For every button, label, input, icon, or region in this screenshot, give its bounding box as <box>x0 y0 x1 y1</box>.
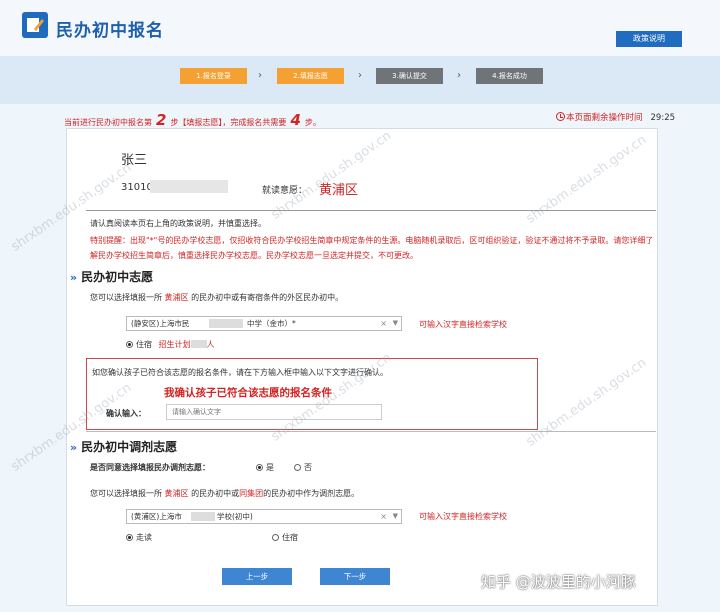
radio-icon[interactable] <box>272 534 279 541</box>
search-hint: 可输入汉字直接检索学校 <box>419 512 507 521</box>
boarding-label: 住宿 <box>282 533 298 542</box>
school-select[interactable]: (静安区)上海市民 中学（金市）* × ▼ <box>126 316 402 331</box>
step-arrow-icon: › <box>258 70 262 81</box>
divider <box>86 210 656 211</box>
select-school-name: 中学（金市）* <box>247 319 296 328</box>
step-arrow-icon: › <box>358 70 362 81</box>
policy-button[interactable]: 政策说明 <box>616 31 682 47</box>
notice-prefix: 当前进行民办初中报名第 <box>64 118 152 127</box>
divider <box>86 431 656 432</box>
confirm-input[interactable] <box>166 404 382 420</box>
timer-value: 29:25 <box>650 113 676 123</box>
step-login: 1.报名登录 <box>180 68 247 84</box>
desc-text: 的民办初中作为调剂志愿。 <box>263 489 360 498</box>
id-redaction <box>150 180 228 193</box>
desc-text: 您可以选择填报一所 <box>90 489 162 498</box>
section-title-private-choice: » 民办初中志愿 <box>70 268 153 285</box>
step-success: 4.报名成功 <box>476 68 543 84</box>
countdown-timer: 本页面剩余操作时间 29:25 <box>556 111 675 123</box>
site-header: 民办初中报名 政策说明 <box>0 0 720 56</box>
section2-description: 您可以选择填报一所 黄浦区 的民办初中或同集团的民办初中作为调剂志愿。 <box>90 488 359 499</box>
section1-description: 您可以选择填报一所 黄浦区 的民办初中或有寄宿条件的外区民办初中。 <box>90 292 343 303</box>
desc-text: 的民办初中或 <box>191 489 240 498</box>
boarding-option[interactable]: 住宿 招生计划 人 <box>126 339 215 350</box>
boarding-option-2[interactable]: 住宿 <box>272 532 298 543</box>
adjust-no-option[interactable]: 否 <box>294 462 312 473</box>
plan-number-redaction <box>190 340 207 348</box>
desc-district: 黄浦区 <box>164 489 189 498</box>
total-steps-number: 4 <box>290 111 301 129</box>
enrollment-plan-label: 招生计划 <box>158 340 191 349</box>
boarding-label: 住宿 <box>136 340 152 349</box>
double-chevron-icon: » <box>70 441 78 454</box>
section-title-adjust-choice: » 民办初中调剂志愿 <box>70 438 177 455</box>
step-arrow-icon: › <box>457 70 461 81</box>
confirm-input-label: 确认输入： <box>106 409 146 418</box>
next-step-button[interactable]: 下一步 <box>320 568 390 585</box>
clear-icon[interactable]: × <box>380 510 387 523</box>
select-school-name: 学校(初中) <box>217 512 253 521</box>
school-name-redaction <box>209 319 243 328</box>
desc-group: 同集团 <box>239 489 264 498</box>
adjust-school-select[interactable]: (黄浦区)上海市 学校(初中) × ▼ <box>126 509 402 524</box>
progress-steps: 1.报名登录 › 2.填报志愿 › 3.确认提交 › 4.报名成功 <box>0 56 720 104</box>
school-name-redaction <box>191 512 215 521</box>
radio-icon[interactable] <box>294 464 301 471</box>
day-student-option[interactable]: 走读 <box>126 532 152 543</box>
select-school-district: (静安区)上海市民 <box>131 319 190 328</box>
day-student-label: 走读 <box>136 533 152 542</box>
adjust-question: 是否同意选择填报民办调剂志愿： <box>90 463 210 472</box>
section-title-text: 民办初中志愿 <box>81 270 154 284</box>
notice-suffix: 步。 <box>304 118 321 127</box>
search-hint: 可输入汉字直接检索学校 <box>419 320 507 329</box>
radio-icon[interactable] <box>256 464 263 471</box>
section-title-text: 民办初中调剂志愿 <box>81 440 178 454</box>
credit-watermark: 知乎 @波波里的小河豚 <box>481 573 636 591</box>
timer-label: 本页面剩余操作时间 <box>566 113 643 123</box>
clock-icon <box>556 112 565 121</box>
adjust-yes-option[interactable]: 是 <box>256 462 274 473</box>
site-title: 民办初中报名 <box>56 21 164 41</box>
radio-icon[interactable] <box>126 534 133 541</box>
confirm-instruction: 如您确认孩子已符合该志愿的报名条件，请在下方输入框中输入以下文字进行确认。 <box>92 368 388 377</box>
desc-text: 您可以选择填报一所 <box>90 293 162 302</box>
read-policy-tip: 请认真阅读本页右上角的政策说明，并慎重选择。 <box>90 219 266 228</box>
double-chevron-icon: » <box>70 271 78 284</box>
edit-logo-icon <box>22 12 48 38</box>
confirm-phrase: 我确认孩子已符合该志愿的报名条件 <box>164 387 332 399</box>
special-reminder: 特别提醒：出现"*"号的民办学校志愿，仅招收符合民办学校招生简章中规定条件的生源… <box>90 236 654 260</box>
step-confirm-submit: 3.确认提交 <box>376 68 443 84</box>
select-school-district: (黄浦区)上海市 <box>131 512 182 521</box>
current-step-number: 2 <box>156 111 167 129</box>
notice-middle: 步【填报志愿】，完成报名共需要 <box>170 118 287 127</box>
desc-district: 黄浦区 <box>164 293 189 302</box>
radio-icon[interactable] <box>126 341 133 348</box>
chevron-down-icon[interactable]: ▼ <box>393 317 398 330</box>
prev-step-button[interactable]: 上一步 <box>222 568 292 585</box>
yes-label: 是 <box>266 463 274 472</box>
step-notice: 当前进行民办初中报名第 2 步【填报志愿】，完成报名共需要 4 步。 <box>64 111 321 129</box>
chevron-down-icon[interactable]: ▼ <box>393 510 398 523</box>
student-id-prefix: 31010 <box>121 182 153 193</box>
clear-icon[interactable]: × <box>380 317 387 330</box>
plan-unit: 人 <box>206 340 215 349</box>
no-label: 否 <box>304 463 312 472</box>
desc-text: 的民办初中或有寄宿条件的外区民办初中。 <box>191 293 344 302</box>
step-fill-choices: 2.填报志愿 <box>277 68 344 84</box>
